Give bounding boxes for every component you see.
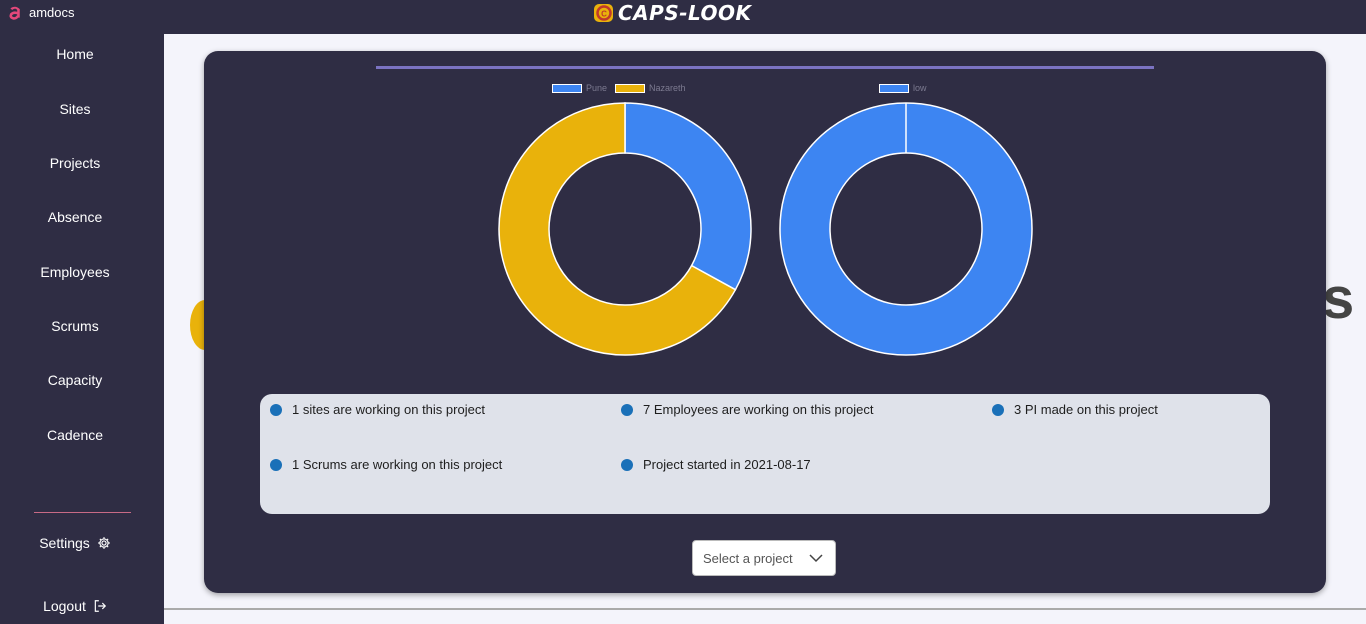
project-select-placeholder: Select a project bbox=[703, 550, 793, 566]
bullet-icon bbox=[992, 403, 1004, 416]
svg-text:C: C bbox=[601, 10, 607, 19]
logout-icon bbox=[94, 600, 106, 612]
info-sites: 1 sites are working on this project bbox=[270, 402, 485, 417]
info-scrums: 1 Scrums are working on this project bbox=[270, 457, 502, 472]
caps-look-icon: C bbox=[594, 4, 613, 22]
legend-item-nazareth[interactable]: Nazareth bbox=[615, 83, 686, 93]
legend-swatch-nazareth bbox=[615, 83, 646, 93]
project-summary-card: Pune Nazareth low 1 sites are working on… bbox=[204, 51, 1326, 593]
bullet-icon bbox=[621, 458, 633, 471]
info-sites-text: 1 sites are working on this project bbox=[292, 402, 485, 417]
legend-swatch-low bbox=[879, 83, 909, 93]
app-title: CAPS-LOOK bbox=[618, 1, 752, 25]
nav-home[interactable]: Home bbox=[0, 46, 150, 62]
project-info-panel: 1 sites are working on this project 7 Em… bbox=[260, 394, 1270, 514]
legend-label-nazareth: Nazareth bbox=[649, 83, 686, 93]
logout-label: Logout bbox=[43, 598, 86, 614]
sites-chart-legend: Pune Nazareth bbox=[552, 83, 694, 93]
amdocs-mark-icon bbox=[9, 6, 20, 20]
nav-capacity[interactable]: Capacity bbox=[0, 372, 150, 388]
background-decoration-right: s bbox=[1322, 266, 1355, 331]
amdocs-logo: amdocs bbox=[7, 4, 75, 21]
top-bar: amdocs C CAPS-LOOK bbox=[0, 0, 1366, 34]
bottom-divider bbox=[164, 608, 1366, 610]
project-select[interactable]: Select a project bbox=[692, 540, 836, 576]
amdocs-name: amdocs bbox=[29, 5, 75, 20]
nav-scrums[interactable]: Scrums bbox=[0, 318, 150, 334]
nav-employees[interactable]: Employees bbox=[0, 264, 150, 280]
nav-absence[interactable]: Absence bbox=[0, 209, 150, 225]
bullet-icon bbox=[270, 403, 282, 416]
settings-label: Settings bbox=[39, 535, 90, 551]
nav-cadence[interactable]: Cadence bbox=[0, 427, 150, 443]
legend-label-low: low bbox=[913, 83, 927, 93]
card-header-rule bbox=[376, 66, 1154, 69]
info-pi: 3 PI made on this project bbox=[992, 402, 1158, 417]
info-pi-text: 3 PI made on this project bbox=[1014, 402, 1158, 417]
legend-swatch-pune bbox=[552, 83, 582, 93]
bullet-icon bbox=[270, 458, 282, 471]
info-started-text: Project started in 2021-08-17 bbox=[643, 457, 811, 472]
nav-sites[interactable]: Sites bbox=[0, 101, 150, 117]
nav-logout[interactable]: Logout bbox=[0, 598, 150, 614]
nav-projects[interactable]: Projects bbox=[0, 155, 150, 171]
info-scrums-text: 1 Scrums are working on this project bbox=[292, 457, 503, 472]
legend-item-low[interactable]: low bbox=[879, 83, 927, 93]
gear-icon bbox=[97, 537, 110, 549]
nav-settings[interactable]: Settings bbox=[0, 535, 150, 551]
info-employees: 7 Employees are working on this project bbox=[621, 402, 874, 417]
caps-look-logo: C CAPS-LOOK bbox=[593, 1, 752, 25]
chevron-down-icon bbox=[809, 554, 823, 563]
sidebar: Home Sites Projects Absence Employees Sc… bbox=[0, 34, 164, 624]
sites-donut-chart bbox=[498, 102, 752, 356]
priority-chart-legend: low bbox=[879, 83, 935, 93]
bullet-icon bbox=[621, 403, 633, 416]
info-employees-text: 7 Employees are working on this project bbox=[643, 402, 874, 417]
nav-divider bbox=[34, 512, 131, 513]
info-started: Project started in 2021-08-17 bbox=[621, 457, 811, 472]
donut-slice-pune[interactable] bbox=[624, 102, 752, 291]
priority-donut-chart bbox=[779, 102, 1033, 356]
legend-label-pune: Pune bbox=[586, 83, 608, 93]
legend-item-pune[interactable]: Pune bbox=[552, 83, 607, 93]
